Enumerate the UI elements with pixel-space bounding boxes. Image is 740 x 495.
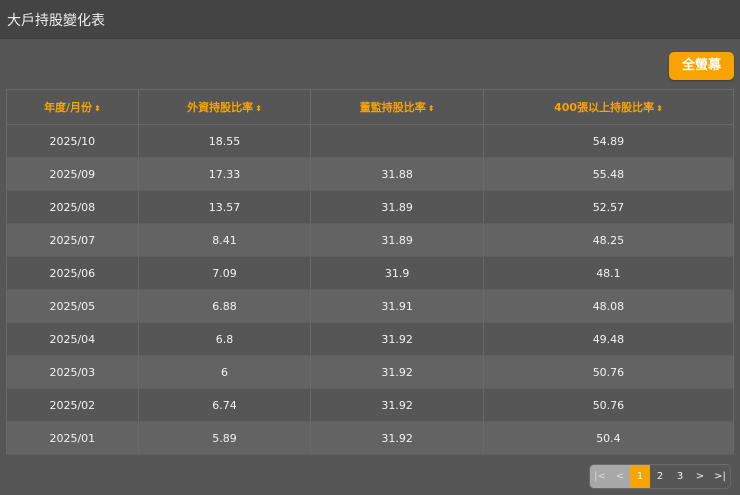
column-header-label: 年度/月份 — [43, 101, 92, 114]
column-header[interactable]: 400張以上持股比率 ⬍ — [482, 89, 735, 125]
table-cell: 5.89 — [137, 421, 312, 455]
sort-icon[interactable]: ⬍ — [428, 104, 435, 113]
column-header-label: 外資持股比率 — [187, 101, 254, 114]
table-cell: 2025/07 — [6, 223, 139, 257]
table-cell: 6.88 — [137, 289, 312, 323]
table-cell: 48.25 — [482, 223, 735, 257]
table-row: 2025/01 5.89 31.92 50.4 — [6, 421, 735, 455]
table-row: 2025/09 17.33 31.88 55.48 — [6, 157, 735, 191]
table-cell: 31.92 — [310, 388, 484, 422]
table-cell: 17.33 — [137, 157, 312, 191]
first-page-button[interactable]: |< — [590, 465, 610, 488]
sort-icon[interactable]: ⬍ — [255, 104, 262, 113]
column-header-label: 400張以上持股比率 — [554, 101, 655, 114]
table-cell: 31.9 — [310, 256, 484, 290]
next-page-button[interactable]: > — [690, 465, 710, 488]
table-cell: 50.76 — [482, 388, 735, 422]
column-header[interactable]: 年度/月份 ⬍ — [6, 89, 139, 125]
table-cell: 6.74 — [137, 388, 312, 422]
table-cell: 2025/02 — [6, 388, 139, 422]
table-cell: 2025/08 — [6, 190, 139, 224]
page-title: 大戶持股變化表 — [0, 0, 740, 39]
table-cell: 2025/05 — [6, 289, 139, 323]
table-row: 2025/08 13.57 31.89 52.57 — [6, 190, 735, 224]
pagination: |< < 1 2 3 > >| — [589, 464, 731, 489]
table-cell: 2025/06 — [6, 256, 139, 290]
table-cell: 31.92 — [310, 322, 484, 356]
table-cell: 55.48 — [482, 157, 735, 191]
table-cell: 31.92 — [310, 355, 484, 389]
table-cell: 48.1 — [482, 256, 735, 290]
table-row: 2025/10 18.55 54.89 — [6, 124, 735, 158]
table-cell: 31.89 — [310, 223, 484, 257]
page-3-button[interactable]: 3 — [670, 465, 690, 488]
table-cell: 2025/01 — [6, 421, 139, 455]
column-header[interactable]: 董監持股比率 ⬍ — [310, 89, 484, 125]
table-row: 2025/04 6.8 31.92 49.48 — [6, 322, 735, 356]
last-page-button[interactable]: >| — [710, 465, 730, 488]
table-row: 2025/02 6.74 31.92 50.76 — [6, 388, 735, 422]
table-cell: 6.8 — [137, 322, 312, 356]
column-header[interactable]: 外資持股比率 ⬍ — [137, 89, 312, 125]
table-cell: 7.09 — [137, 256, 312, 290]
table-cell: 50.76 — [482, 355, 735, 389]
table-row: 2025/07 8.41 31.89 48.25 — [6, 223, 735, 257]
table-cell: 13.57 — [137, 190, 312, 224]
table-row: 2025/03 6 31.92 50.76 — [6, 355, 735, 389]
table-cell: 52.57 — [482, 190, 735, 224]
table-cell: 2025/03 — [6, 355, 139, 389]
holdings-table: 年度/月份 ⬍ 外資持股比率 ⬍ 董監持股比率 ⬍ 400張以上持股比率 ⬍ 2025/10 1… — [6, 89, 735, 455]
table-cell: 50.4 — [482, 421, 735, 455]
table-cell: 48.08 — [482, 289, 735, 323]
sort-icon[interactable]: ⬍ — [656, 104, 663, 113]
table-cell: 31.89 — [310, 190, 484, 224]
table-cell: 31.88 — [310, 157, 484, 191]
table-row: 2025/05 6.88 31.91 48.08 — [6, 289, 735, 323]
prev-page-button[interactable]: < — [610, 465, 630, 488]
sort-icon[interactable]: ⬍ — [94, 104, 101, 113]
column-header-label: 董監持股比率 — [359, 101, 426, 114]
table-cell: 2025/10 — [6, 124, 139, 158]
table-cell: 2025/04 — [6, 322, 139, 356]
table-cell: 31.91 — [310, 289, 484, 323]
table-cell: 2025/09 — [6, 157, 139, 191]
table-cell: 8.41 — [137, 223, 312, 257]
page-2-button[interactable]: 2 — [650, 465, 670, 488]
table-cell: 6 — [137, 355, 312, 389]
page-1-button[interactable]: 1 — [630, 465, 650, 488]
table-cell: 49.48 — [482, 322, 735, 356]
table-cell: 31.92 — [310, 421, 484, 455]
table-cell: 54.89 — [482, 124, 735, 158]
table-cell — [310, 124, 484, 158]
table-row: 2025/06 7.09 31.9 48.1 — [6, 256, 735, 290]
fullscreen-button[interactable]: 全螢幕 — [669, 52, 734, 80]
table-cell: 18.55 — [137, 124, 312, 158]
